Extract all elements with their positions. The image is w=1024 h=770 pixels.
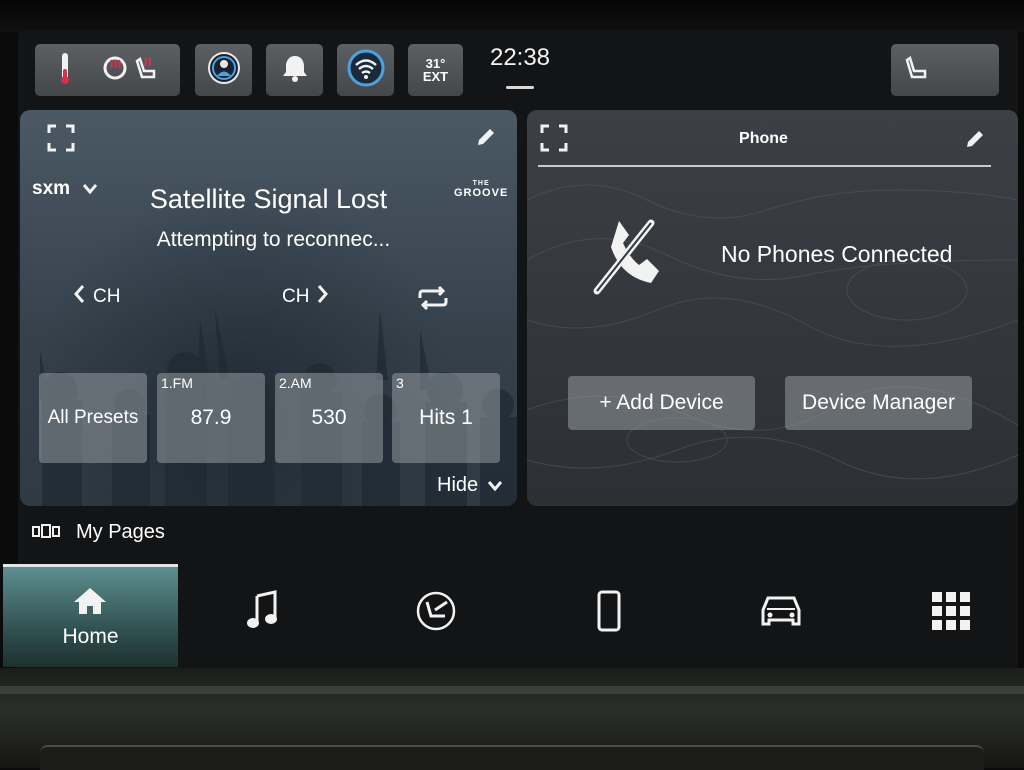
phone-card: Phone No Phones Connected + Add Device D… <box>527 110 1018 506</box>
nav-home-button[interactable]: Home <box>3 564 178 667</box>
clock: 22:38 <box>489 44 551 71</box>
radio-card: sxm THE GROOVE Satellite Signal Lost Att… <box>20 110 517 506</box>
signal-subtitle: Attempting to reconnec... <box>156 228 391 251</box>
channel-next-button[interactable]: CH <box>282 284 329 310</box>
preset-number: 2.AM <box>279 375 312 391</box>
preset-value: 530 <box>311 406 347 429</box>
bell-icon <box>281 53 309 88</box>
add-device-label: + Add Device <box>599 391 724 414</box>
bezel-lip <box>0 686 1024 694</box>
device-manager-label: Device Manager <box>802 391 955 414</box>
preset-number: 1.FM <box>161 375 193 391</box>
nav-vehicle-button[interactable] <box>760 594 802 633</box>
vent-grille <box>40 745 984 770</box>
seat-comfort-icon <box>415 591 457 636</box>
home-label: Home <box>62 625 119 648</box>
nav-comfort-button[interactable] <box>415 590 457 637</box>
fullscreen-icon[interactable] <box>47 124 75 157</box>
heated-steering-icon <box>58 51 72 90</box>
all-presets-label: All Presets <box>47 407 139 428</box>
nav-media-button[interactable] <box>247 590 279 635</box>
signal-title: Satellite Signal Lost <box>149 184 388 214</box>
smartphone-icon <box>597 590 621 636</box>
driver-profile-button[interactable] <box>195 44 252 96</box>
chevron-left-icon <box>73 284 85 310</box>
add-device-button[interactable]: + Add Device <box>568 376 755 430</box>
nav-phone-button[interactable] <box>597 590 621 637</box>
preset-number: 3 <box>396 375 404 391</box>
device-manager-button[interactable]: Device Manager <box>785 376 972 430</box>
channel-next-label: CH <box>282 286 310 307</box>
repeat-icon[interactable] <box>416 285 450 315</box>
hide-button[interactable]: Hide <box>437 474 503 497</box>
heated-seat-icon <box>134 55 158 86</box>
chevron-down-icon <box>488 474 503 497</box>
phone-status: No Phones Connected <box>721 241 953 267</box>
my-pages-label: My Pages <box>76 521 165 543</box>
notifications-button[interactable] <box>266 44 323 96</box>
hide-label: Hide <box>437 474 479 496</box>
preset-button-2[interactable]: 2.AM 530 <box>275 373 383 463</box>
preset-value: 87.9 <box>190 406 232 429</box>
phone-title: Phone <box>739 130 788 147</box>
preset-value: Hits 1 <box>419 406 473 429</box>
preset-button-1[interactable]: 1.FM 87.9 <box>157 373 265 463</box>
wifi-icon <box>346 48 386 93</box>
preset-button-3[interactable]: 3 Hits 1 <box>392 373 500 463</box>
header-divider <box>538 165 991 167</box>
car-icon <box>760 596 802 632</box>
pages-icon <box>32 521 60 544</box>
seat-icon <box>905 55 929 86</box>
home-icon <box>73 587 107 620</box>
driver-profile-icon <box>207 51 241 90</box>
all-presets-button[interactable]: All Presets <box>39 373 147 463</box>
heated-wheel-icon <box>102 55 128 86</box>
topo-background <box>527 184 1018 480</box>
phone-disconnected-icon <box>593 215 669 300</box>
apps-grid-icon <box>932 592 970 634</box>
wifi-button[interactable] <box>337 44 394 96</box>
exterior-temp: 31° EXT <box>423 57 448 83</box>
temp-label: EXT <box>422 69 449 84</box>
my-pages-button[interactable]: My Pages <box>32 521 165 544</box>
exterior-temp-button[interactable]: 31° EXT <box>408 44 463 96</box>
edit-pencil-icon[interactable] <box>964 128 986 155</box>
edit-pencil-icon[interactable] <box>475 126 497 153</box>
music-note-icon <box>247 590 279 634</box>
passenger-seat-button[interactable] <box>891 44 999 96</box>
climate-status-button[interactable] <box>35 44 180 96</box>
channel-prev-button[interactable]: CH <box>73 284 120 310</box>
nav-apps-button[interactable] <box>932 592 970 635</box>
channel-prev-label: CH <box>93 286 121 307</box>
chevron-right-icon <box>317 284 329 310</box>
bezel-top <box>0 0 1024 32</box>
drawer-handle[interactable] <box>506 86 534 89</box>
